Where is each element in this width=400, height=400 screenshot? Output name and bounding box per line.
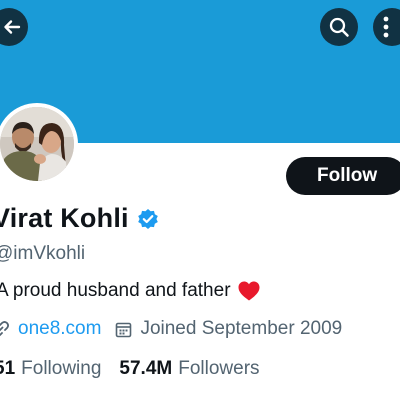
- profile-handle: @imVkohli: [0, 243, 86, 264]
- following-count: 51: [0, 358, 16, 379]
- more-vertical-icon: [383, 16, 389, 38]
- follow-stats: 51Following 57.4MFollowers: [0, 358, 260, 380]
- avatar[interactable]: [0, 103, 78, 185]
- profile-bio: A proud husband and father: [0, 280, 261, 302]
- joined-date: Joined September 2009: [140, 318, 343, 339]
- display-name: Virat Kohli: [0, 203, 129, 233]
- follow-label: Follow: [317, 165, 378, 186]
- website-link[interactable]: one8.com: [18, 318, 101, 340]
- calendar-icon: [115, 321, 132, 338]
- following-link[interactable]: 51Following: [0, 358, 101, 380]
- link-icon: [0, 320, 10, 338]
- followers-count: 57.4M: [119, 358, 173, 379]
- search-button[interactable]: [320, 8, 358, 46]
- red-heart-icon: [237, 280, 261, 302]
- followers-label: Followers: [178, 358, 260, 379]
- profile-meta: one8.com Joined September 2009: [0, 318, 342, 340]
- avatar-photo: [0, 107, 74, 181]
- bio-text: A proud husband and father: [0, 280, 231, 301]
- follow-button[interactable]: Follow: [286, 157, 400, 195]
- following-label: Following: [21, 358, 102, 379]
- arrow-left-icon: [2, 17, 22, 37]
- followers-link[interactable]: 57.4M Followers: [119, 358, 259, 380]
- verified-badge-icon[interactable]: [137, 208, 159, 230]
- profile-name-row: Virat Kohli: [0, 203, 159, 234]
- search-icon: [328, 16, 350, 38]
